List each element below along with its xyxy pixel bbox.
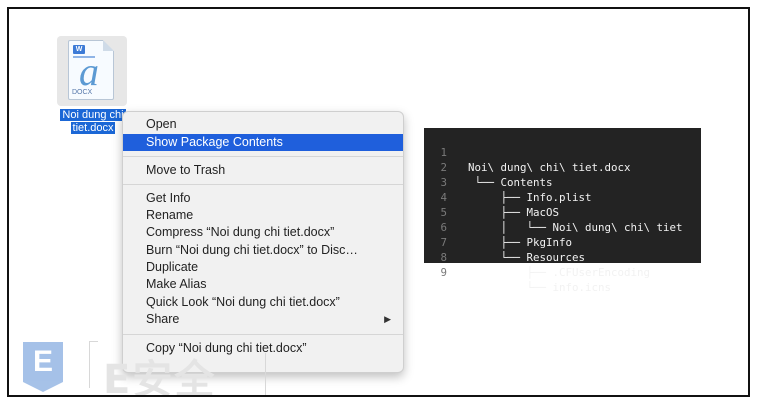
watermark-bracket bbox=[89, 341, 98, 388]
tree-text: └── Resources bbox=[468, 251, 586, 264]
menu-item-open[interactable]: Open bbox=[123, 116, 403, 133]
menu-item-get-info[interactable]: Get Info bbox=[123, 190, 403, 207]
document-glyph: a bbox=[79, 49, 99, 94]
tree-line: 2 └── Contents bbox=[424, 145, 552, 189]
watermark-chevron bbox=[23, 382, 63, 392]
file-name-line-1: Noi dung chi bbox=[60, 109, 126, 121]
watermark: E E安全 bbox=[17, 339, 272, 397]
tree-text: ├── MacOS bbox=[468, 206, 560, 219]
menu-separator bbox=[123, 184, 403, 185]
watermark-text: E安全 bbox=[103, 357, 217, 397]
context-menu: Open Show Package Contents Move to Trash… bbox=[122, 111, 404, 373]
menu-item-show-package-contents[interactable]: Show Package Contents bbox=[123, 134, 403, 151]
tree-text: ├── Info.plist bbox=[468, 191, 592, 204]
docx-file-icon[interactable]: W a DOCX bbox=[57, 36, 127, 106]
menu-item-share-label: Share bbox=[146, 312, 180, 326]
menu-item-duplicate[interactable]: Duplicate bbox=[123, 259, 403, 276]
menu-item-burn-to-disc[interactable]: Burn “Noi dung chi tiet.docx” to Disc… bbox=[123, 242, 403, 259]
tree-text: ├── .CFUserEncoding bbox=[468, 266, 651, 279]
menu-item-compress[interactable]: Compress “Noi dung chi tiet.docx” bbox=[123, 224, 403, 241]
tree-text: └── Contents bbox=[468, 176, 553, 189]
tree-text: │ └── Noi\ dung\ chi\ tiet bbox=[468, 221, 683, 234]
file-extension-label: DOCX bbox=[72, 89, 93, 96]
menu-separator bbox=[123, 334, 403, 335]
tree-text: └── info.icns bbox=[468, 281, 612, 294]
tree-text: Noi\ dung\ chi\ tiet.docx bbox=[468, 161, 631, 174]
watermark-logo-icon: E bbox=[23, 342, 63, 382]
document-icon: W a DOCX bbox=[68, 40, 114, 100]
tree-line: 6 ├── PkgInfo bbox=[424, 205, 572, 249]
tree-line: 4 ├── MacOS bbox=[424, 175, 559, 219]
page-fold bbox=[103, 40, 114, 51]
tree-line: 7 └── Resources bbox=[424, 220, 585, 264]
menu-item-move-to-trash[interactable]: Move to Trash bbox=[123, 162, 403, 179]
tree-line: 8 ├── .CFUserEncoding bbox=[424, 235, 650, 279]
menu-item-rename[interactable]: Rename bbox=[123, 207, 403, 224]
tree-line: 9 └── info.icns bbox=[424, 250, 611, 294]
watermark-bracket bbox=[257, 353, 266, 395]
package-tree-panel: 1 Noi\ dung\ chi\ tiet.docx 2 └── Conten… bbox=[424, 128, 701, 294]
tree-line: 1 Noi\ dung\ chi\ tiet.docx bbox=[424, 130, 630, 174]
file-name-line-2: tiet.docx bbox=[70, 122, 116, 134]
screenshot-frame: W a DOCX Noi dung chi tiet.docx Open Sho… bbox=[7, 7, 750, 397]
menu-item-quick-look[interactable]: Quick Look “Noi dung chi tiet.docx” bbox=[123, 294, 403, 311]
menu-item-make-alias[interactable]: Make Alias bbox=[123, 276, 403, 293]
submenu-arrow-icon: ▶ bbox=[384, 314, 391, 324]
tree-line: 3 ├── Info.plist bbox=[424, 160, 591, 204]
line-number: 9 bbox=[440, 266, 447, 279]
menu-separator bbox=[123, 156, 403, 157]
tree-text: ├── PkgInfo bbox=[468, 236, 573, 249]
tree-line: 5 │ └── Noi\ dung\ chi\ tiet bbox=[424, 190, 682, 234]
file-name-label[interactable]: Noi dung chi tiet.docx bbox=[53, 109, 133, 135]
menu-item-share[interactable]: Share ▶ bbox=[123, 311, 403, 328]
